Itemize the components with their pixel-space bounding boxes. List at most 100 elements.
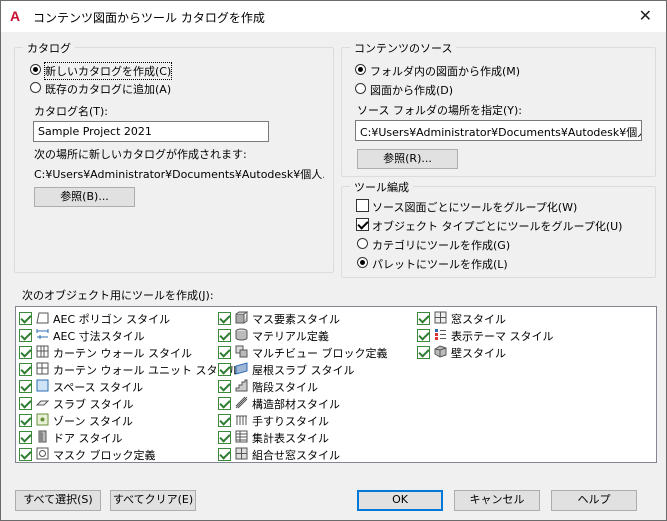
item-checkbox[interactable] bbox=[218, 397, 231, 410]
item-checkbox[interactable] bbox=[19, 346, 32, 359]
item-checkbox[interactable] bbox=[19, 431, 32, 444]
create-palette-label[interactable]: パレットにツールを作成(L) bbox=[372, 256, 508, 272]
stair-icon bbox=[235, 379, 248, 392]
item-checkbox[interactable] bbox=[417, 346, 430, 359]
list-item-schedule-table[interactable]: 集計表スタイル bbox=[218, 429, 408, 446]
radio-create-palette[interactable] bbox=[357, 257, 368, 268]
list-item-window[interactable]: 窓スタイル bbox=[417, 310, 607, 327]
item-label: 階段スタイル bbox=[252, 381, 318, 394]
item-label: 表示テーマ スタイル bbox=[451, 330, 554, 343]
zone-icon bbox=[36, 413, 49, 426]
item-checkbox[interactable] bbox=[19, 448, 32, 461]
clear-all-button[interactable]: すべてクリア(E) bbox=[110, 490, 196, 511]
curtain-wall-unit-icon bbox=[36, 362, 49, 375]
slab-icon bbox=[36, 400, 49, 406]
item-checkbox[interactable] bbox=[218, 431, 231, 444]
group-by-source-label[interactable]: ソース図面ごとにツールをグループ化(W) bbox=[372, 199, 577, 215]
list-item-curtain-wall[interactable]: カーテン ウォール スタイル bbox=[19, 344, 209, 361]
close-button[interactable]: ✕ bbox=[639, 6, 652, 26]
list-item-space[interactable]: スペース スタイル bbox=[19, 378, 209, 395]
item-checkbox[interactable] bbox=[19, 414, 32, 427]
from-folder-label[interactable]: フォルダ内の図面から作成(M) bbox=[370, 63, 520, 79]
object-type-list[interactable]: AEC ポリゴン スタイル AEC 寸法スタイル カーテン ウォール スタイル … bbox=[15, 306, 657, 463]
item-checkbox[interactable] bbox=[19, 397, 32, 410]
item-checkbox[interactable] bbox=[218, 346, 231, 359]
cancel-button[interactable]: キャンセル bbox=[454, 490, 540, 511]
window-assembly-icon bbox=[235, 447, 248, 460]
item-label: マス要素スタイル bbox=[252, 313, 340, 326]
radio-create-category[interactable] bbox=[357, 238, 368, 249]
item-checkbox[interactable] bbox=[19, 380, 32, 393]
list-item-stair[interactable]: 階段スタイル bbox=[218, 378, 408, 395]
radio-from-folder[interactable] bbox=[355, 64, 366, 75]
radio-from-drawing[interactable] bbox=[355, 83, 366, 94]
window-icon bbox=[434, 311, 447, 324]
item-checkbox[interactable] bbox=[417, 329, 430, 342]
help-button[interactable]: ヘルプ bbox=[551, 490, 637, 511]
list-item-railing[interactable]: 手すりスタイル bbox=[218, 412, 408, 429]
list-item-multiview-block[interactable]: マルチビュー ブロック定義 bbox=[218, 344, 408, 361]
title-bar: A コンテンツ図面からツール カタログを作成 ✕ bbox=[1, 1, 666, 32]
item-checkbox[interactable] bbox=[19, 363, 32, 376]
item-checkbox[interactable] bbox=[218, 380, 231, 393]
item-checkbox[interactable] bbox=[218, 312, 231, 325]
item-checkbox[interactable] bbox=[218, 329, 231, 342]
item-label: ゾーン スタイル bbox=[53, 415, 133, 428]
item-label: ドア スタイル bbox=[53, 432, 123, 445]
item-checkbox[interactable] bbox=[218, 448, 231, 461]
source-folder-input[interactable]: C:¥Users¥Administrator¥Documents¥Autodes… bbox=[355, 120, 642, 141]
polygon-icon bbox=[36, 312, 49, 324]
railing-icon bbox=[236, 415, 247, 425]
item-checkbox[interactable] bbox=[19, 329, 32, 342]
item-checkbox[interactable] bbox=[417, 312, 430, 325]
list-item-zone[interactable]: ゾーン スタイル bbox=[19, 412, 209, 429]
group-by-type-label[interactable]: オブジェクト タイプごとにツールをグループ化(U) bbox=[372, 218, 622, 234]
item-checkbox[interactable] bbox=[19, 312, 32, 325]
list-item-aec-dimension[interactable]: AEC 寸法スタイル bbox=[19, 327, 209, 344]
item-label: スペース スタイル bbox=[53, 381, 144, 394]
list-item-material[interactable]: マテリアル定義 bbox=[218, 327, 408, 344]
multiview-block-icon bbox=[235, 345, 248, 358]
material-icon bbox=[235, 328, 248, 341]
radio-new-catalog[interactable] bbox=[30, 64, 41, 75]
list-item-mask-block[interactable]: マスク ブロック定義 bbox=[19, 446, 209, 463]
tool-organization-legend: ツール編成 bbox=[350, 179, 413, 195]
catalog-legend: カタログ bbox=[23, 40, 75, 56]
list-item-door[interactable]: ドア スタイル bbox=[19, 429, 209, 446]
item-label: カーテン ウォール スタイル bbox=[53, 347, 192, 360]
select-all-button[interactable]: すべて選択(S) bbox=[15, 490, 101, 511]
ok-button[interactable]: OK bbox=[357, 490, 443, 511]
list-item-window-assembly[interactable]: 組合せ窓スタイル bbox=[218, 446, 408, 463]
item-label: マテリアル定義 bbox=[252, 330, 329, 343]
catalog-name-label: カタログ名(T): bbox=[34, 105, 109, 118]
catalog-name-input[interactable]: Sample Project 2021 bbox=[33, 121, 269, 142]
list-item-mass-element[interactable]: マス要素スタイル bbox=[218, 310, 408, 327]
source-folder-label: ソース フォルダの場所を指定(Y): bbox=[357, 104, 522, 117]
item-checkbox[interactable] bbox=[218, 414, 231, 427]
curtain-wall-icon bbox=[36, 345, 49, 358]
item-label: 集計表スタイル bbox=[252, 432, 329, 445]
list-item-wall[interactable]: 壁スタイル bbox=[417, 344, 607, 361]
new-catalog-label[interactable]: 新しいカタログを作成(C) bbox=[43, 62, 173, 80]
item-label: マルチビュー ブロック定義 bbox=[252, 347, 388, 360]
group-by-source-checkbox[interactable] bbox=[356, 199, 369, 212]
list-item-slab[interactable]: スラブ スタイル bbox=[19, 395, 209, 412]
list-item-roof-slab[interactable]: 屋根スラブ スタイル bbox=[218, 361, 408, 378]
display-theme-icon bbox=[435, 329, 446, 340]
catalog-browse-button[interactable]: 参照(B)... bbox=[34, 187, 135, 207]
list-item-display-theme[interactable]: 表示テーマ スタイル bbox=[417, 327, 607, 344]
group-by-type-checkbox[interactable] bbox=[356, 218, 369, 231]
existing-catalog-label[interactable]: 既存のカタログに追加(A) bbox=[45, 81, 171, 97]
radio-existing-catalog[interactable] bbox=[30, 82, 41, 93]
item-label: 組合せ窓スタイル bbox=[252, 449, 340, 462]
create-category-label[interactable]: カテゴリにツールを作成(G) bbox=[372, 237, 510, 253]
item-label: マスク ブロック定義 bbox=[53, 449, 156, 462]
item-checkbox[interactable] bbox=[218, 363, 231, 376]
list-item-structural-member[interactable]: 構造部材スタイル bbox=[218, 395, 408, 412]
item-label: 手すりスタイル bbox=[252, 415, 329, 428]
list-item-curtain-wall-unit[interactable]: カーテン ウォール ユニット スタイル bbox=[19, 361, 240, 378]
list-item-aec-polygon[interactable]: AEC ポリゴン スタイル bbox=[19, 310, 209, 327]
from-drawing-label[interactable]: 図面から作成(D) bbox=[370, 82, 453, 98]
source-browse-button[interactable]: 参照(R)... bbox=[357, 149, 458, 169]
item-label: AEC ポリゴン スタイル bbox=[53, 313, 171, 326]
